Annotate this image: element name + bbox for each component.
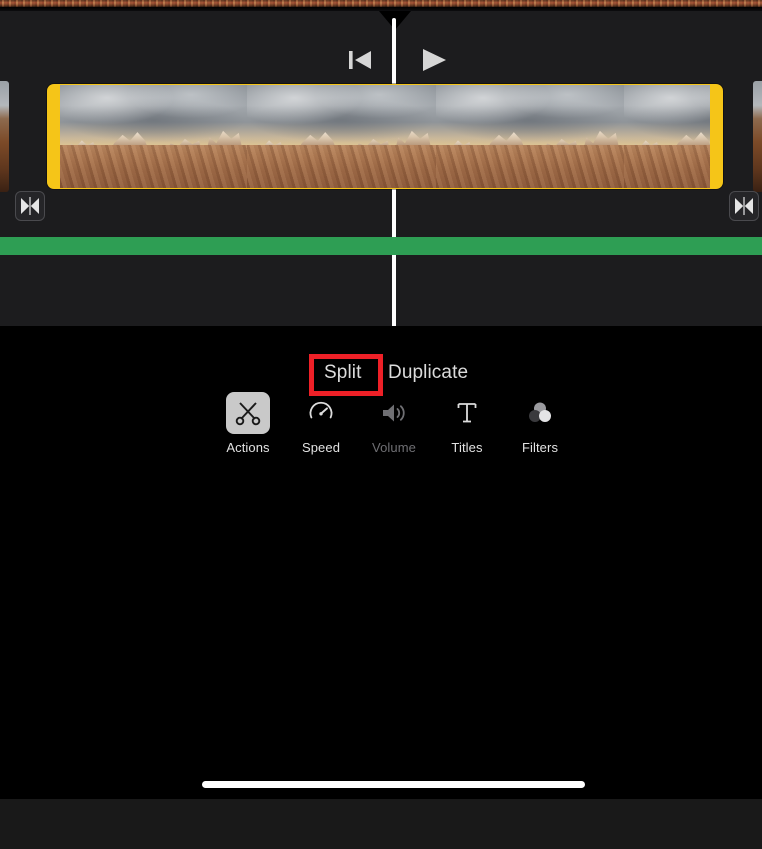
bottom-fill (0, 799, 762, 849)
speedometer-icon (299, 392, 343, 434)
clip-filmstrip (60, 85, 710, 188)
speaker-icon (372, 392, 416, 434)
transition-icon (735, 197, 753, 215)
text-action-group: Split Duplicate (0, 340, 762, 396)
previous-frame-button[interactable] (348, 49, 374, 71)
filmstrip-frame (624, 85, 710, 188)
action-toolbar: Split Duplicate Actions Speed Volume Tit… (0, 326, 762, 849)
text-t-icon (445, 392, 489, 434)
play-button[interactable] (420, 48, 448, 72)
adjacent-clip-thumbnail (0, 81, 9, 192)
timeline-area[interactable] (0, 11, 762, 336)
clip-row (0, 79, 762, 221)
filmstrip-frame (247, 85, 436, 188)
adjacent-clip-left[interactable] (0, 81, 9, 192)
overlapping-circles-icon (518, 392, 562, 434)
split-button[interactable]: Split (324, 362, 361, 384)
clip-thumbnail (624, 85, 710, 188)
background-audio-track[interactable] (0, 237, 762, 255)
transition-icon (21, 197, 39, 215)
home-indicator[interactable] (202, 781, 585, 788)
clip-thumbnail (247, 85, 436, 188)
transport-controls (0, 29, 762, 71)
clip-thumbnail (436, 85, 624, 188)
duplicate-button[interactable]: Duplicate (388, 362, 468, 384)
scissors-icon (226, 392, 270, 434)
selected-video-clip[interactable] (47, 84, 723, 189)
imovie-editor-screen: Split Duplicate Actions Speed Volume Tit… (0, 0, 762, 849)
tool-label-filters: Filters (521, 440, 559, 455)
filmstrip-frame (436, 85, 624, 188)
transition-button-right[interactable] (729, 191, 759, 221)
filmstrip-frame (60, 85, 247, 188)
tool-icon-row: Actions Speed Volume Titles Filters (0, 386, 762, 476)
tool-filters[interactable]: Filters (497, 386, 583, 466)
adjacent-clip-thumbnail (753, 81, 762, 192)
video-preview-sliver (0, 0, 762, 7)
clip-thumbnail (60, 85, 247, 188)
transition-button-left[interactable] (15, 191, 45, 221)
adjacent-clip-right[interactable] (753, 81, 762, 192)
